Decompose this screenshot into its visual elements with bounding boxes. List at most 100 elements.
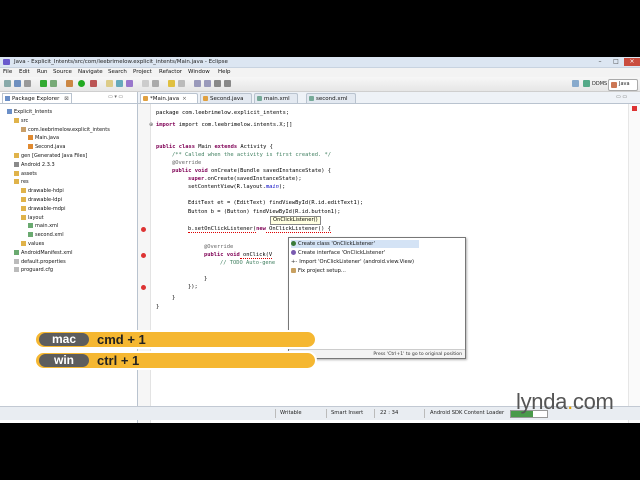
- code-line-oncreate[interactable]: public void onCreate(Bundle savedInstanc…: [172, 168, 331, 175]
- code-line-button[interactable]: Button b = (Button) findViewById(R.id.bu…: [188, 209, 341, 216]
- close-tab-icon[interactable]: ×: [182, 96, 187, 102]
- menu-window[interactable]: Window: [188, 68, 210, 77]
- tree-item[interactable]: Second.java: [28, 143, 65, 151]
- menu-search[interactable]: Search: [108, 68, 127, 77]
- tree-item[interactable]: main.xml: [28, 222, 58, 230]
- avd-manager-icon[interactable]: [50, 80, 57, 87]
- code-line-override-2[interactable]: @Override: [204, 244, 233, 251]
- tree-item[interactable]: src: [14, 117, 28, 125]
- tree-item[interactable]: drawable-mdpi: [21, 205, 66, 213]
- tree-item[interactable]: proguard.cfg: [14, 266, 53, 274]
- tree-item[interactable]: assets: [14, 170, 37, 178]
- open-type-icon[interactable]: [142, 80, 149, 87]
- debug-icon[interactable]: [66, 80, 73, 87]
- tab-main-java[interactable]: *Main.java ×: [140, 93, 198, 103]
- quickfix-fix-project-setup[interactable]: Fix project setup...: [291, 267, 346, 275]
- tab-main-xml[interactable]: main.xml: [254, 93, 298, 103]
- perspective-java-button[interactable]: Java: [608, 79, 638, 91]
- tree-item[interactable]: gen [Generated Java Files]: [14, 152, 87, 160]
- toggle-block-selection-icon[interactable]: [178, 80, 185, 87]
- tree-item[interactable]: values: [21, 240, 44, 248]
- menu-refactor[interactable]: Refactor: [159, 68, 182, 77]
- status-progress-label[interactable]: Android SDK Content Loader: [430, 407, 504, 420]
- quickfix-import[interactable]: +- Import 'OnClickListener' (android.view…: [291, 258, 414, 266]
- print-icon[interactable]: [24, 80, 31, 87]
- tab-second-xml[interactable]: second.xml: [306, 93, 356, 103]
- shortcut-os-label: win: [39, 354, 89, 367]
- next-annotation-icon[interactable]: [194, 80, 201, 87]
- error-marker-icon[interactable]: [141, 227, 146, 232]
- menu-file[interactable]: File: [3, 68, 12, 77]
- tree-item[interactable]: drawable-ldpi: [21, 196, 62, 204]
- android-sdk-icon[interactable]: [40, 80, 47, 87]
- maximize-button[interactable]: □: [608, 58, 624, 66]
- code-line-setcontentview[interactable]: setContentView(R.layout.main);: [188, 184, 285, 191]
- menu-navigate[interactable]: Navigate: [78, 68, 103, 77]
- minimize-button[interactable]: –: [592, 58, 608, 66]
- java-file-icon: [28, 144, 33, 150]
- fold-icon[interactable]: ⊕: [149, 122, 153, 128]
- forward-icon[interactable]: [224, 80, 231, 87]
- error-overview-icon[interactable]: [632, 106, 637, 111]
- import-icon: +-: [291, 259, 298, 265]
- tree-item[interactable]: layout: [21, 214, 44, 222]
- folder-icon: [21, 241, 26, 246]
- code-line-override[interactable]: @Override: [172, 160, 201, 167]
- tree-item[interactable]: second.xml: [28, 231, 64, 239]
- editor-tab-bar: *Main.java × Second.java main.xml second.…: [138, 92, 640, 104]
- code-line-class[interactable]: public class Main extends Activity {: [156, 144, 273, 151]
- run-icon[interactable]: [78, 80, 85, 87]
- code-line-close-4[interactable]: }: [156, 304, 159, 311]
- menu-source[interactable]: Source: [53, 68, 72, 77]
- tab-second-java[interactable]: Second.java: [200, 93, 252, 103]
- menu-run[interactable]: Run: [37, 68, 48, 77]
- code-line-close-2[interactable]: });: [188, 284, 198, 291]
- external-tools-icon[interactable]: [90, 80, 97, 87]
- code-line-package[interactable]: package com.leebrimelow.explicit_intents…: [156, 110, 289, 117]
- close-icon[interactable]: ⊠: [64, 96, 69, 102]
- code-line-close-3[interactable]: }: [172, 295, 175, 302]
- quickfix-create-class[interactable]: Create class 'OnClickListener': [291, 240, 419, 248]
- new-icon[interactable]: [4, 80, 11, 87]
- code-line-onclick[interactable]: public void onClick(V: [204, 252, 273, 259]
- code-line-comment[interactable]: /** Called when the activity is first cr…: [172, 152, 331, 159]
- menu-project[interactable]: Project: [133, 68, 152, 77]
- perspective-ddms[interactable]: DDMS: [592, 80, 607, 89]
- view-menu-icon[interactable]: ▭ ▾ ▭: [108, 94, 123, 100]
- package-explorer-tab[interactable]: Package Explorer ⊠: [2, 93, 72, 103]
- error-marker-icon[interactable]: [141, 285, 146, 290]
- tree-item[interactable]: res: [14, 178, 29, 186]
- menu-help[interactable]: Help: [218, 68, 231, 77]
- search-icon[interactable]: [152, 80, 159, 87]
- new-class-icon[interactable]: [126, 80, 133, 87]
- open-perspective-icon[interactable]: [572, 80, 579, 87]
- error-marker-icon[interactable]: [141, 253, 146, 258]
- tree-item[interactable]: AndroidManifest.xml: [14, 249, 72, 257]
- folder-icon: [21, 205, 26, 211]
- new-java-project-icon[interactable]: [106, 80, 113, 87]
- mark-occurrences-icon[interactable]: [168, 80, 175, 87]
- menu-edit[interactable]: Edit: [19, 68, 30, 77]
- code-line-todo[interactable]: // TODO Auto-gene: [220, 260, 275, 267]
- quickfix-create-interface[interactable]: Create interface 'OnClickListener': [291, 249, 385, 257]
- code-line-edittext[interactable]: EditText et = (EditText) findViewById(R.…: [188, 200, 363, 207]
- save-icon[interactable]: [14, 80, 21, 87]
- status-separator: [374, 409, 375, 418]
- new-package-icon[interactable]: [116, 80, 123, 87]
- tree-item[interactable]: drawable-hdpi: [21, 187, 64, 195]
- close-window-button[interactable]: ×: [624, 58, 640, 66]
- code-line-close-1[interactable]: }: [204, 276, 207, 283]
- tree-item[interactable]: default.properties: [14, 258, 66, 266]
- code-line-super[interactable]: super.onCreate(savedInstanceState);: [188, 176, 302, 183]
- previous-annotation-icon[interactable]: [204, 80, 211, 87]
- code-line-import[interactable]: import import com.leebrimelow.intents.X;…: [156, 122, 292, 129]
- quickfix-label: Fix project setup...: [298, 268, 346, 274]
- maximize-editor-icon[interactable]: ▭ ▭: [616, 94, 627, 100]
- tree-item[interactable]: com.leebrimelow.explicit_intents: [21, 126, 110, 134]
- ddms-perspective-icon[interactable]: [583, 80, 590, 87]
- tree-item[interactable]: Main.java: [28, 134, 59, 142]
- code-line-setonclicklistener[interactable]: b.setOnClickListener(new OnClickListener…: [188, 226, 331, 233]
- tree-item[interactable]: Android 2.3.3: [14, 161, 55, 169]
- tree-item[interactable]: Explicit_Intents: [7, 108, 52, 116]
- back-icon[interactable]: [214, 80, 221, 87]
